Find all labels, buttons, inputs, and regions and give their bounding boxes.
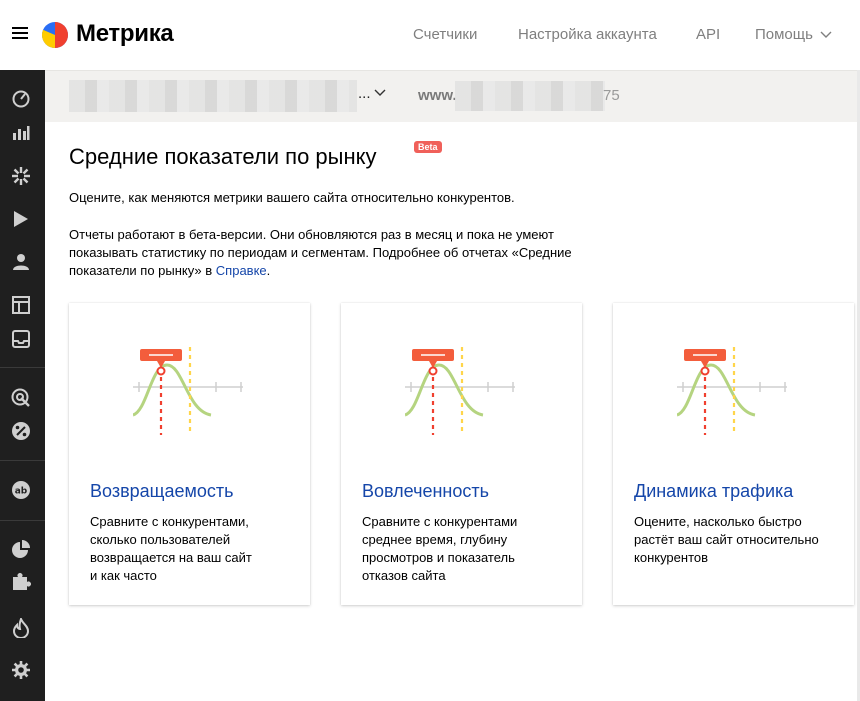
card-title[interactable]: Вовлеченность bbox=[362, 481, 489, 502]
beta-note-end: . bbox=[266, 263, 271, 278]
nav-help[interactable]: Помощь bbox=[755, 26, 832, 43]
card-title[interactable]: Динамика трафика bbox=[634, 481, 793, 502]
market-comparison-illustration bbox=[677, 347, 787, 435]
nav-help-label: Помощь bbox=[755, 26, 813, 43]
svg-text:ab: ab bbox=[15, 487, 28, 497]
pie-chart-icon[interactable] bbox=[10, 538, 32, 560]
card-text: Сравните с конкурентами среднее время, г… bbox=[362, 514, 518, 583]
beta-badge: Beta bbox=[414, 141, 442, 153]
nav-api[interactable]: API bbox=[696, 26, 720, 43]
menu-icon[interactable] bbox=[12, 26, 28, 40]
market-comparison-illustration bbox=[405, 347, 515, 435]
card-text: Оцените, насколько быстро растёт ваш сай… bbox=[634, 514, 819, 565]
webvisor-icon[interactable] bbox=[10, 208, 32, 230]
logo-text[interactable]: Метрика bbox=[76, 20, 174, 48]
chevron-down-icon bbox=[820, 31, 832, 39]
settings-icon[interactable] bbox=[10, 659, 32, 681]
left-sidebar: ab bbox=[0, 70, 45, 701]
card-retention[interactable]: Возвращаемость Сравните с конкурентами, … bbox=[69, 303, 310, 605]
market-comparison-illustration bbox=[133, 347, 243, 435]
puzzle-icon[interactable] bbox=[10, 570, 32, 592]
card-text: Сравните с конкурентами, сколько пользов… bbox=[90, 514, 252, 583]
target-icon[interactable] bbox=[10, 386, 32, 408]
counter-ellipsis: ... bbox=[358, 85, 371, 102]
counter-name-redacted[interactable] bbox=[69, 80, 357, 112]
nav-account-settings[interactable]: Настройка аккаунта bbox=[518, 26, 657, 43]
beta-note-text: Отчеты работают в бета-версии. Они обнов… bbox=[69, 227, 572, 278]
percent-icon[interactable] bbox=[10, 420, 32, 442]
top-header: Метрика Счетчики Настройка аккаунта API … bbox=[0, 0, 860, 70]
nav-counters[interactable]: Счетчики bbox=[413, 26, 477, 43]
beta-note: Отчеты работают в бета-версии. Они обнов… bbox=[69, 226, 589, 280]
inbox-icon[interactable] bbox=[10, 328, 32, 350]
site-url-prefix: www. bbox=[418, 87, 457, 104]
maps-icon[interactable] bbox=[10, 294, 32, 316]
page-title: Средние показатели по рынку bbox=[69, 144, 377, 169]
reports-icon[interactable] bbox=[10, 121, 32, 143]
metrika-logo-icon[interactable] bbox=[41, 21, 69, 49]
goals-icon[interactable] bbox=[10, 165, 32, 187]
audience-icon[interactable] bbox=[10, 251, 32, 273]
help-link[interactable]: Справке bbox=[216, 263, 267, 278]
site-url-suffix: 75 bbox=[603, 87, 620, 104]
fire-icon[interactable] bbox=[10, 617, 32, 639]
dashboard-icon[interactable] bbox=[10, 87, 32, 109]
card-traffic-dynamics[interactable]: Динамика трафика Оцените, насколько быст… bbox=[613, 303, 854, 605]
card-engagement[interactable]: Вовлеченность Сравните с конкурентами ср… bbox=[341, 303, 582, 605]
ab-test-icon[interactable]: ab bbox=[10, 479, 32, 501]
counter-bar: ... www. 75 bbox=[45, 70, 860, 122]
site-url-redacted bbox=[455, 81, 605, 111]
page-description: Оцените, как меняются метрики вашего сай… bbox=[69, 190, 515, 205]
chevron-down-icon[interactable] bbox=[374, 89, 386, 97]
card-title[interactable]: Возвращаемость bbox=[90, 481, 234, 502]
